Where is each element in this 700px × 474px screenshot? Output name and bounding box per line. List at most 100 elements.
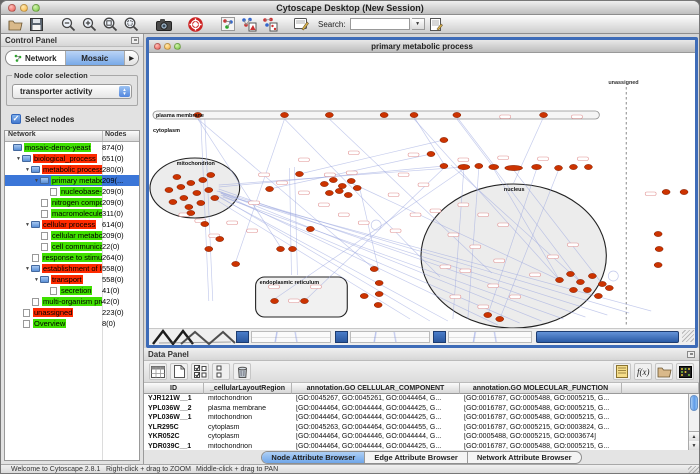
zoom-window-button[interactable] <box>32 4 40 12</box>
network-tree-row[interactable]: ▼primary metabo209(... <box>5 175 139 186</box>
network-node[interactable] <box>300 298 308 303</box>
network-node[interactable] <box>680 189 688 194</box>
network-node[interactable] <box>320 181 328 186</box>
network-node[interactable] <box>375 291 383 296</box>
select-first-neighbors-icon[interactable] <box>239 16 258 33</box>
network-tree-row[interactable]: cell communicat22(0) <box>5 241 139 252</box>
disclosure-triangle-icon[interactable]: ▼ <box>33 277 40 283</box>
network-node[interactable] <box>555 165 563 170</box>
network-node[interactable] <box>185 204 193 209</box>
network-tree-row[interactable]: ▼transport558(0) <box>5 274 139 285</box>
network-tree-row[interactable]: Overview8(0) <box>5 318 139 329</box>
tabs-overflow-arrow[interactable]: ▶ <box>125 51 138 65</box>
minimized-window-icon[interactable] <box>236 331 249 343</box>
network-node[interactable] <box>232 261 240 266</box>
network-node[interactable] <box>266 186 274 191</box>
help-lifebuoy-icon[interactable] <box>186 16 205 33</box>
network-node[interactable] <box>588 273 596 278</box>
network-node[interactable] <box>374 302 382 307</box>
network-node[interactable] <box>197 200 205 205</box>
select-nodes-checkbox[interactable]: ✓ <box>11 114 21 124</box>
network-node[interactable] <box>583 287 591 292</box>
table-row[interactable]: YKR052Ccytoplasm[GO:0044464, GO:0044446,… <box>144 432 688 442</box>
search-options-icon[interactable] <box>427 16 446 33</box>
network-view-window[interactable]: primary metabolic process plasma membran… <box>146 37 698 348</box>
network-node[interactable] <box>353 185 361 190</box>
column-header[interactable]: annotation.GO CELLULAR_COMPONENT <box>292 383 460 394</box>
table-scrollbar[interactable]: ▲ ▼ <box>688 394 699 450</box>
network-node[interactable] <box>207 172 215 177</box>
scrollbar-thumb[interactable] <box>690 395 698 411</box>
network-node[interactable] <box>532 164 542 169</box>
network-node[interactable] <box>306 226 314 231</box>
vizmapper-icon[interactable] <box>218 16 237 33</box>
snapshot-camera-icon[interactable] <box>154 16 173 33</box>
network-node[interactable] <box>216 236 224 241</box>
hide-selected-icon[interactable] <box>260 16 279 33</box>
network-node[interactable] <box>475 163 483 168</box>
network-tree-row[interactable]: cellular metabo209(0) <box>5 230 139 241</box>
network-node[interactable] <box>201 221 209 226</box>
disclosure-triangle-icon[interactable]: ▼ <box>24 222 31 228</box>
network-node[interactable] <box>375 280 383 285</box>
tab-edge-attribute-browser[interactable]: Edge Attribute Browser <box>365 452 467 463</box>
network-node[interactable] <box>594 293 602 298</box>
minimize-window-button[interactable] <box>20 4 28 12</box>
zoom-out-icon[interactable] <box>59 16 78 33</box>
network-tree-row[interactable]: ▼metabolic process280(0) <box>5 164 139 175</box>
resize-grip-icon[interactable] <box>688 466 699 474</box>
network-node[interactable] <box>654 262 662 267</box>
network-tree-row[interactable]: ▼biological_process651(0) <box>5 153 139 164</box>
tab-mosaic[interactable]: Mosaic <box>66 51 126 65</box>
network-node[interactable] <box>370 266 378 271</box>
network-node[interactable] <box>187 210 195 215</box>
network-node[interactable] <box>187 180 195 185</box>
tab-network-attribute-browser[interactable]: Network Attribute Browser <box>468 452 581 463</box>
network-node[interactable] <box>655 246 663 251</box>
network-tree-row[interactable]: mosaic-demo-yeast874(0) <box>5 142 139 153</box>
zoom-view-button[interactable] <box>174 43 181 50</box>
search-input[interactable] <box>350 18 410 30</box>
float-panel-icon[interactable] <box>687 351 695 358</box>
network-node[interactable] <box>569 164 577 169</box>
network-node[interactable] <box>173 174 181 179</box>
network-node[interactable] <box>180 195 188 200</box>
network-node[interactable] <box>662 189 670 194</box>
import-attributes-icon[interactable] <box>655 363 673 380</box>
network-tree-row[interactable]: secretion41(0) <box>5 285 139 296</box>
window-resize-grip[interactable] <box>682 330 694 342</box>
disclosure-triangle-icon[interactable]: ▼ <box>33 178 40 184</box>
filters-icon[interactable] <box>292 16 311 33</box>
network-node[interactable] <box>453 112 461 117</box>
network-node[interactable] <box>605 285 613 290</box>
attribute-matrix-icon[interactable] <box>676 363 694 380</box>
network-tree-row[interactable]: nitrogen compo209(0) <box>5 197 139 208</box>
network-node[interactable] <box>569 287 577 292</box>
network-node[interactable] <box>458 164 470 169</box>
network-node[interactable] <box>199 177 207 182</box>
network-node[interactable] <box>598 281 606 286</box>
unselect-columns-icon[interactable] <box>212 363 230 380</box>
tree-column-network[interactable]: Network <box>5 131 103 141</box>
network-node[interactable] <box>344 192 352 197</box>
float-panel-icon[interactable] <box>131 37 139 44</box>
select-attributes-icon[interactable] <box>149 363 167 380</box>
network-node[interactable] <box>277 246 285 251</box>
network-node[interactable] <box>165 187 173 192</box>
network-tree-row[interactable]: ▼cellular process614(0) <box>5 219 139 230</box>
delete-attribute-icon[interactable] <box>233 363 251 380</box>
table-row[interactable]: YLR295Ccytoplasm[GO:0045263, GO:0044464,… <box>144 423 688 433</box>
network-node[interactable] <box>654 231 662 236</box>
table-row[interactable]: YDR039C__1mitochondrion[GO:0044464, GO:0… <box>144 442 688 451</box>
network-node[interactable] <box>347 178 355 183</box>
network-node[interactable] <box>584 164 592 169</box>
network-node[interactable] <box>271 298 279 303</box>
network-tree-row[interactable]: macromolecule311(0) <box>5 208 139 219</box>
network-node[interactable] <box>360 293 368 298</box>
network-node[interactable] <box>325 190 333 195</box>
network-node[interactable] <box>205 187 213 192</box>
close-view-button[interactable] <box>154 43 161 50</box>
network-node[interactable] <box>329 177 337 182</box>
attribute-notes-icon[interactable] <box>613 363 631 380</box>
network-node[interactable] <box>288 246 296 251</box>
